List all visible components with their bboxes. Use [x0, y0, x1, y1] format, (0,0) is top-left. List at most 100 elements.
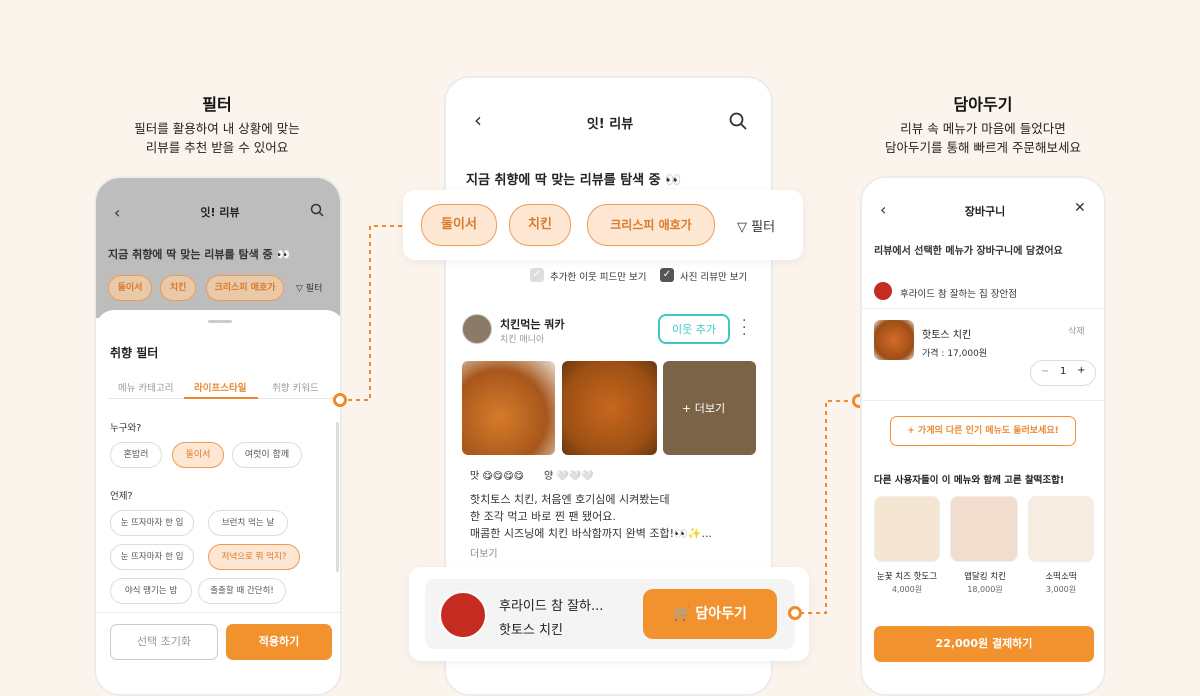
cart-notice: 리뷰에서 선택한 메뉴가 장바구니에 담겼어요 — [874, 246, 1063, 257]
right-phone: ‹ 장바구니 ✕ 리뷰에서 선택한 메뉴가 장바구니에 담겼어요 후라이드 참 … — [860, 176, 1106, 696]
chip-crispy[interactable]: 크리스피 애호가 — [587, 204, 715, 246]
headline: 지금 취향에 딱 맞는 리뷰를 탐색 중 👀 — [466, 173, 682, 188]
delete-button[interactable]: 삭제 — [1068, 324, 1085, 337]
quantity-stepper[interactable]: − 1 + — [1030, 360, 1096, 386]
chip-when-1[interactable]: 눈 뜨자마자 한 입 — [110, 510, 194, 536]
chip-solo[interactable]: 혼밥러 — [110, 442, 162, 468]
store-logo — [439, 591, 487, 639]
chip-when-5[interactable]: 야식 땡기는 밤 — [110, 578, 192, 604]
rec-name-1: 눈꽃 치즈 핫도그 — [876, 572, 938, 582]
rec-price-3: 3,000원 — [1045, 585, 1077, 594]
chip-duo[interactable]: 둘이서 — [108, 275, 152, 301]
filter-chip-card: 둘이서 치킨 크리스피 애호가 ▽ 필터 — [403, 190, 803, 260]
chip-chicken[interactable]: 치킨 — [509, 204, 571, 246]
filter-button[interactable]: ▽ 필터 — [737, 216, 775, 235]
divider — [862, 400, 1104, 401]
cart-menu-name: 핫토스 치킨 — [499, 623, 563, 638]
apply-button[interactable]: 적용하기 — [226, 624, 332, 660]
tab-taste-keyword[interactable]: 취향 키워드 — [272, 380, 319, 394]
connector-left — [348, 225, 406, 401]
item-name: 핫토스 치킨 — [922, 330, 972, 341]
headline: 지금 취향에 딱 맞는 리뷰를 탐색 중 👀 — [108, 248, 291, 261]
pay-button[interactable]: 22,000원 결제하기 — [874, 626, 1094, 662]
rec-price-1: 4,000원 — [891, 585, 923, 594]
amount-rating: 양 🤍🤍🤍 — [544, 471, 594, 482]
rec-thumb-3[interactable] — [1028, 496, 1094, 562]
store-name[interactable]: 후라이드 참 잘하는 집 장안점 — [900, 286, 1017, 300]
search-icon[interactable] — [729, 112, 747, 130]
back-icon[interactable]: ‹ — [880, 200, 886, 219]
header-title: 잇! 리뷰 — [200, 206, 240, 219]
header-title: 잇! 리뷰 — [586, 117, 634, 132]
follow-button[interactable]: 이웃 추가 — [658, 314, 730, 344]
section-title-filter: 필터 — [202, 95, 232, 114]
read-more-link[interactable]: 더보기 — [470, 545, 498, 560]
user-name[interactable]: 치킨먹는 쿼카 — [500, 316, 565, 332]
review-line-3: 매콤한 시즈닝에 치킨 바삭함까지 완벽 조합!👀✨... — [470, 527, 712, 540]
item-thumbnail — [874, 320, 914, 360]
item-price: 가격 : 17,000원 — [922, 349, 988, 359]
checkbox-checked-icon[interactable]: ✓ — [660, 268, 674, 282]
rec-thumb-2[interactable] — [950, 496, 1018, 562]
user-sub: 치킨 매니아 — [500, 335, 545, 345]
chip-when-6[interactable]: 출출할 때 간단히! — [198, 578, 286, 604]
filter-button[interactable]: ▽ 필터 — [296, 281, 322, 294]
chip-chicken[interactable]: 치킨 — [160, 275, 196, 301]
chip-when-2[interactable]: 브런치 먹는 날 — [208, 510, 288, 536]
tab-lifestyle[interactable]: 라이프스타일 — [194, 380, 246, 394]
plus-icon[interactable]: + — [1077, 365, 1085, 376]
chip-duo[interactable]: 둘이서 — [421, 204, 497, 246]
recommend-title: 다른 사용자들이 이 메뉴와 함께 고른 찰떡조합! — [874, 475, 1065, 486]
sheet-title: 취향 필터 — [110, 346, 159, 360]
taste-rating: 맛 😋😋😋😋 — [470, 471, 525, 482]
chip-duo-selected[interactable]: 둘이서 — [172, 442, 224, 468]
rec-thumb-1[interactable] — [874, 496, 940, 562]
minus-icon[interactable]: − — [1041, 366, 1049, 377]
cart-bar: 후라이드 참 잘하... 핫토스 치킨 🛒 담아두기 — [425, 579, 795, 649]
tab-menu-category[interactable]: 메뉴 카테고리 — [118, 380, 173, 394]
search-icon[interactable] — [310, 203, 324, 217]
filter-label: 필터 — [305, 284, 323, 294]
connector-dot-center — [788, 606, 802, 620]
reset-button[interactable]: 선택 초기화 — [110, 624, 218, 660]
section-desc-line2: 리뷰를 추천 받을 수 있어요 — [145, 140, 289, 155]
scrollbar[interactable] — [336, 422, 339, 572]
section-desc-line1: 필터를 활용하여 내 상황에 맞는 — [134, 121, 300, 136]
header-title: 장바구니 — [964, 205, 1006, 218]
sheet-footer-divider — [96, 612, 340, 613]
back-icon[interactable]: ‹ — [474, 108, 482, 132]
cart-store-name: 후라이드 참 잘하... — [499, 599, 604, 614]
chip-group[interactable]: 여럿이 함께 — [232, 442, 302, 468]
check-neighbor-label: 추가한 이웃 피드만 보기 — [550, 272, 647, 283]
filter-icon: ▽ — [296, 284, 303, 294]
more-menu-button[interactable]: + 가게의 다른 인기 메뉴도 둘러보세요! — [890, 416, 1076, 446]
close-icon[interactable]: ✕ — [1074, 200, 1086, 216]
cart-icon: 🛒 — [673, 606, 691, 622]
filter-sheet: 취향 필터 메뉴 카테고리 라이프스타일 취향 키워드 누구와? 혼밥러 둘이서… — [96, 310, 340, 694]
chip-crispy[interactable]: 크리스피 애호가 — [206, 275, 284, 301]
store-logo — [874, 282, 892, 300]
sheet-handle[interactable] — [208, 320, 232, 323]
connector-dot-left — [333, 393, 347, 407]
cart-bar-card: 후라이드 참 잘하... 핫토스 치킨 🛒 담아두기 — [409, 567, 809, 661]
rec-name-2: 맵달킹 치킨 — [964, 572, 1006, 582]
chip-when-3[interactable]: 눈 뜨자마자 한 입 — [110, 544, 194, 570]
review-photo-2[interactable] — [562, 361, 657, 455]
section-desc-line2: 담아두기를 통해 빠르게 주문해보세요 — [885, 140, 1081, 155]
left-phone: ‹ 잇! 리뷰 지금 취향에 딱 맞는 리뷰를 탐색 중 👀 둘이서 치킨 크리… — [94, 176, 342, 696]
section-desc-line1: 리뷰 속 메뉴가 마음에 들었다면 — [900, 121, 1066, 136]
checkbox-unchecked-icon[interactable]: ✓ — [530, 268, 544, 282]
save-to-cart-button[interactable]: 🛒 담아두기 — [643, 589, 777, 639]
divider — [862, 308, 1104, 309]
back-icon[interactable]: ‹ — [114, 203, 120, 222]
quantity-value: 1 — [1060, 366, 1067, 377]
review-photo-1[interactable] — [462, 361, 555, 455]
section-title-save: 담아두기 — [953, 95, 1013, 114]
chip-when-4-selected[interactable]: 저녁으로 뭐 먹지? — [208, 544, 300, 570]
more-photos-button[interactable]: + 더보기 — [682, 400, 725, 416]
tab-indicator — [184, 397, 258, 399]
when-label: 언제? — [110, 491, 133, 502]
avatar[interactable] — [462, 314, 492, 344]
more-vert-icon[interactable]: · · · — [742, 314, 746, 342]
filter-label: 필터 — [751, 220, 776, 235]
